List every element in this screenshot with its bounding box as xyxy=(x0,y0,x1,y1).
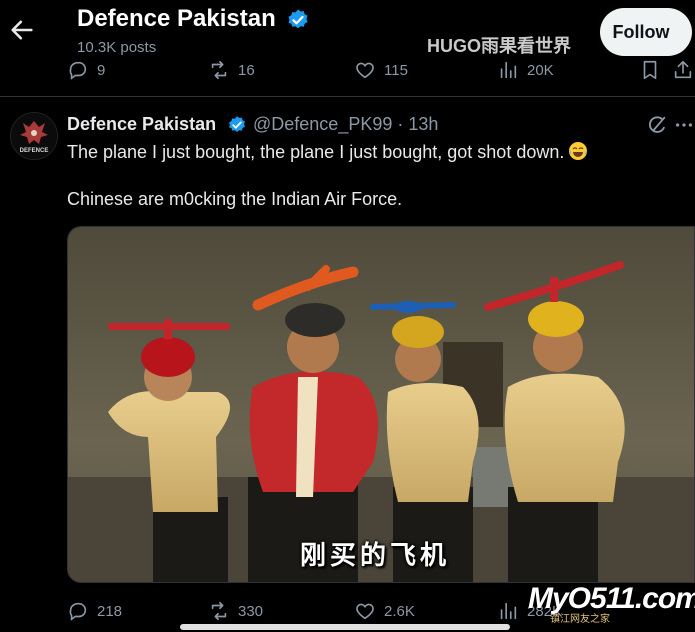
like-count: 2.6K xyxy=(384,602,415,620)
profile-name: Defence Pakistan xyxy=(77,5,276,32)
repost-count: 330 xyxy=(238,602,264,620)
divider xyxy=(0,96,695,97)
post-author-name[interactable]: Defence Pakistan xyxy=(67,114,216,135)
prev-like-action[interactable]: 115 xyxy=(354,59,408,81)
post-text-line1: The plane I just bought, the plane I jus… xyxy=(67,141,588,163)
dot-separator: · xyxy=(392,114,409,134)
reply-count: 218 xyxy=(97,602,123,620)
overlay-watermark: HUGO雨果看世界 xyxy=(427,36,571,56)
reply-action[interactable]: 218 xyxy=(67,600,122,622)
site-watermark: MyO511.com 镇江网友之家 xyxy=(528,582,695,625)
prev-repost-action[interactable]: 16 xyxy=(208,59,255,81)
post-handle: @Defence_PK99 xyxy=(253,114,393,134)
post-handle-time[interactable]: @Defence_PK99 · 13h xyxy=(253,114,438,135)
prev-reply-action[interactable]: 9 xyxy=(67,59,105,81)
views-icon xyxy=(500,61,517,79)
bookmark-icon xyxy=(643,60,657,80)
prev-share-action[interactable] xyxy=(672,59,694,81)
video-frame xyxy=(68,227,694,582)
repost-icon xyxy=(211,601,227,621)
like-action[interactable]: 2.6K xyxy=(354,600,415,622)
face-with-tears-of-joy-icon xyxy=(568,141,588,161)
reply-icon xyxy=(69,602,87,621)
grok-icon[interactable] xyxy=(646,114,668,136)
video-subtitle: 刚买的飞机 xyxy=(300,540,451,570)
like-icon xyxy=(356,62,374,79)
verified-badge-icon xyxy=(286,8,310,32)
like-icon xyxy=(356,603,374,620)
prev-repost-count: 16 xyxy=(238,61,255,79)
reply-icon xyxy=(69,61,87,80)
post-count: 10.3K posts xyxy=(77,39,157,56)
post-video[interactable] xyxy=(67,226,695,583)
prev-views-action[interactable]: 20K xyxy=(497,59,554,81)
views-icon xyxy=(500,602,517,620)
prev-bookmark-action[interactable] xyxy=(639,59,661,81)
post-time: 13h xyxy=(408,114,439,134)
avatar-text: DEFENCE xyxy=(20,148,49,154)
repost-icon xyxy=(211,60,227,80)
prev-views-count: 20K xyxy=(527,61,554,79)
prev-like-count: 115 xyxy=(384,61,408,79)
more-icon[interactable] xyxy=(673,114,695,136)
verified-badge-icon xyxy=(227,115,247,135)
post-text: The plane I just bought, the plane I jus… xyxy=(67,142,565,162)
repost-action[interactable]: 330 xyxy=(208,600,263,622)
post-text-line2: Chinese are m0cking the Indian Air Force… xyxy=(67,189,403,209)
prev-reply-count: 9 xyxy=(97,61,106,79)
share-icon xyxy=(674,60,692,79)
back-arrow-icon[interactable] xyxy=(8,16,36,44)
home-indicator xyxy=(180,624,510,630)
follow-button[interactable]: Follow xyxy=(600,8,692,56)
avatar[interactable]: DEFENCE xyxy=(10,112,58,160)
